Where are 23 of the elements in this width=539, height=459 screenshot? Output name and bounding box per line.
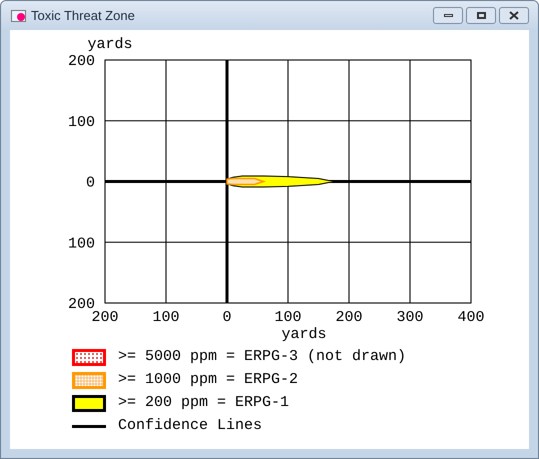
tick-label: 400 (458, 309, 484, 326)
maximize-button[interactable] (466, 7, 496, 24)
tick-label: 200 (92, 309, 118, 326)
tick-label: 200 (336, 309, 362, 326)
close-button[interactable] (499, 7, 529, 24)
window-title: Toxic Threat Zone (31, 6, 135, 25)
axis-label: yards (282, 326, 326, 342)
tick-label: 0 (86, 174, 95, 192)
tick-label: 100 (152, 309, 180, 326)
legend-label: Confidence Lines (118, 416, 262, 436)
legend-label: >= 1000 ppm = ERPG-2 (118, 370, 298, 390)
minimize-button[interactable] (433, 7, 463, 24)
axis-label: yards (88, 36, 132, 53)
tick-label: 300 (396, 309, 424, 326)
app-icon (11, 10, 26, 22)
tick-label: 200 (68, 53, 95, 70)
close-icon (509, 11, 519, 20)
tick-label: 0 (222, 309, 232, 326)
tick-label: 100 (68, 235, 95, 252)
tick-label: 100 (68, 114, 95, 131)
tick-label: 100 (274, 309, 302, 326)
legend-label: >= 5000 ppm = ERPG-3 (not drawn) (118, 347, 406, 368)
legend-label: >= 200 ppm = ERPG-1 (118, 393, 290, 414)
